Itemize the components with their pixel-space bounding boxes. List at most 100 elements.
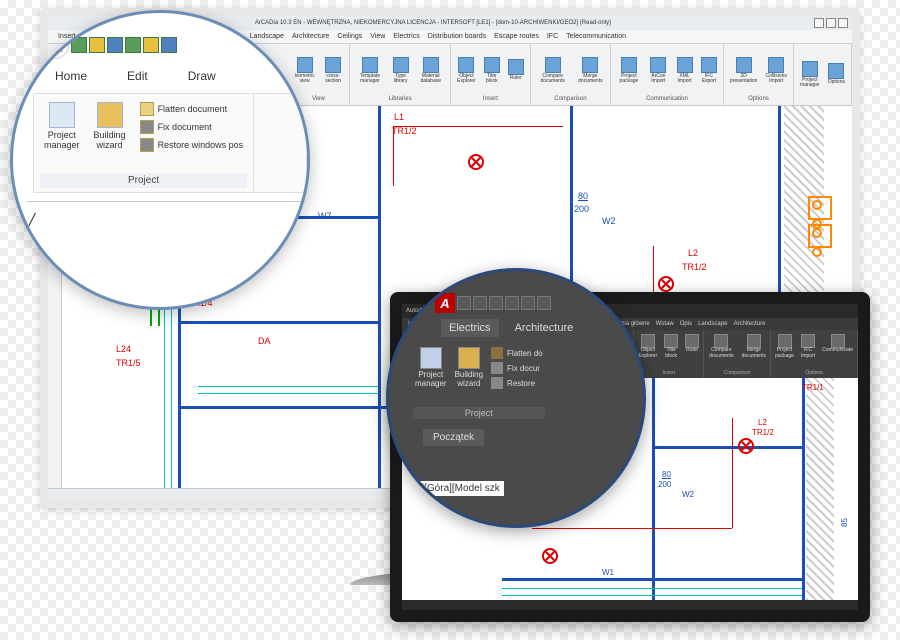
label-w2: W2 — [682, 490, 694, 499]
ribbon-detail: Project manager Building wizard Flatten … — [33, 93, 307, 193]
flatten-document-button[interactable]: Flatten do — [491, 347, 543, 359]
title-block-button[interactable]: Title block — [662, 332, 680, 370]
label-tr11: TR1/1 — [802, 383, 824, 392]
xml-import-button[interactable]: XML Import — [674, 55, 695, 87]
compare-documents-button[interactable]: Compare documents — [535, 55, 571, 87]
merge-documents-button[interactable]: Merge documents — [575, 55, 607, 87]
model-tabs[interactable]: [–][Góra][Model szk — [409, 481, 504, 496]
minimize-button[interactable] — [814, 18, 824, 28]
ribbon-group-project: Project manager Building wizard Flatten … — [409, 343, 549, 421]
tablet-ribbon-detail: Project manager Building wizard Flatten … — [409, 343, 643, 421]
tab-draw[interactable]: Draw — [180, 65, 224, 87]
building-wizard-button[interactable]: Building wizard — [90, 98, 130, 173]
project-package-button[interactable]: Project package — [773, 332, 796, 370]
object-explorer-button[interactable]: Object Explorer — [455, 55, 478, 87]
building-wizard-button[interactable]: Building wizard — [453, 345, 485, 407]
restore-windows-button[interactable]: Restore windows pos — [140, 138, 244, 152]
label-w7: W7 — [318, 211, 332, 221]
fix-document-button[interactable]: Fix document — [140, 120, 244, 134]
collisions-import-button[interactable]: Collisions Import — [763, 55, 789, 87]
qat-print-button[interactable] — [161, 37, 177, 53]
tool-palette: ╱ ○. — [27, 213, 39, 252]
menu-item[interactable]: Architecture — [733, 321, 765, 327]
ribbon-group-comparison: Compare documents Merge documents Compar… — [704, 330, 771, 378]
arcon-import-button[interactable]: ArCon Import — [647, 55, 670, 87]
qat-new-button[interactable] — [71, 37, 87, 53]
ribbon-group-libraries: Template manager Type library Material d… — [350, 44, 451, 105]
template-manager-button[interactable]: Template manager — [354, 55, 386, 87]
ribbon-group-comparison: Compare documents Merge documents Compar… — [531, 44, 611, 105]
label-fraction2: 200 — [658, 480, 671, 489]
ribbon-group-label: Project — [413, 407, 545, 419]
fix-document-button[interactable]: Fix docur — [491, 362, 543, 374]
qat-open-button[interactable] — [89, 37, 105, 53]
label-l2: L2 — [688, 248, 698, 258]
menu-item[interactable]: Opis — [680, 321, 692, 327]
ifc-import-button[interactable]: IFC Import — [799, 332, 817, 370]
maximize-button[interactable] — [826, 18, 836, 28]
qat-button[interactable] — [125, 37, 141, 53]
line-tool-icon[interactable]: ╱ — [27, 213, 39, 230]
cross-section-button[interactable]: cross-section — [321, 55, 345, 87]
close-button[interactable] — [838, 18, 848, 28]
qat-save-button[interactable] — [107, 37, 123, 53]
flatten-document-button[interactable]: Flatten document — [140, 102, 244, 116]
tab-architecture[interactable]: Architecture — [507, 319, 582, 337]
restore-windows-button[interactable]: Restore — [491, 377, 543, 389]
menu-item[interactable]: Wstaw — [656, 321, 674, 327]
menu-item[interactable]: Electrics — [393, 33, 419, 40]
ribbon-group-insert: Object Explorer Title block Ruler Insert — [451, 44, 531, 105]
ruler-button[interactable]: Ruler — [683, 332, 701, 370]
compare-documents-button[interactable]: Compare documents — [706, 332, 736, 370]
material-database-button[interactable]: Material database — [415, 55, 446, 87]
autocad-logo-icon[interactable]: A — [435, 293, 455, 313]
qat-button[interactable] — [537, 296, 551, 310]
communicate-button[interactable]: Communicate — [820, 332, 855, 370]
menu-item[interactable]: Escape routes — [494, 33, 539, 40]
3d-presentation-button[interactable]: 3D presentation — [728, 55, 760, 87]
options-button[interactable]: Options — [826, 61, 847, 88]
qat-button[interactable] — [473, 296, 487, 310]
ribbon-group-project: Project manager Building wizard Flatten … — [34, 94, 254, 192]
circle-tool-icon[interactable]: ○. — [27, 236, 39, 252]
light-fixture-icon — [738, 438, 754, 454]
menu-item[interactable]: Telecommunication — [566, 33, 626, 40]
label-w2: W2 — [602, 216, 616, 226]
menu-item[interactable]: Distribution boards — [428, 33, 486, 40]
qat-button[interactable] — [457, 296, 471, 310]
quick-access-toolbar — [41, 31, 177, 59]
light-fixture-icon — [658, 276, 674, 292]
qat-button[interactable] — [143, 37, 159, 53]
window-buttons — [814, 18, 848, 28]
equipment-icon — [808, 196, 832, 220]
ruler-button[interactable]: Ruler — [506, 57, 526, 84]
app-logo-icon[interactable] — [41, 31, 69, 59]
ribbon-group-options: Project package IFC Import Communicate O… — [771, 330, 858, 378]
menu-item[interactable]: View — [370, 33, 385, 40]
ifc-export-button[interactable]: IFC Export — [699, 55, 719, 87]
menu-item[interactable]: IFC — [547, 33, 558, 40]
tab-home[interactable]: Home — [47, 65, 95, 87]
project-package-button[interactable]: Project package — [615, 55, 643, 87]
project-manager-button[interactable]: Project manager — [413, 345, 449, 407]
menu-item[interactable]: Landscape — [698, 321, 727, 327]
merge-documents-button[interactable]: Merge documents — [740, 332, 768, 370]
project-manager-button[interactable]: Project manager — [798, 59, 822, 91]
label-w1: W1 — [602, 568, 614, 577]
tab-edit[interactable]: Edit — [119, 65, 156, 87]
ribbon-group-insert: Object Explorer Title block Ruler Insert — [634, 330, 704, 378]
type-library-button[interactable]: Type library — [390, 55, 411, 87]
panel-label[interactable]: Początek — [423, 429, 484, 446]
qat-button[interactable] — [505, 296, 519, 310]
project-manager-button[interactable]: Project manager — [40, 98, 84, 173]
label-l1: L1 — [394, 112, 404, 122]
tab-electrics[interactable]: Electrics — [441, 319, 499, 337]
title-block-button[interactable]: Title block — [482, 55, 502, 87]
label-da: DA — [258, 336, 271, 346]
menu-item[interactable]: Ceilings — [337, 33, 362, 40]
tablet-statusbar — [402, 600, 858, 610]
qat-button[interactable] — [521, 296, 535, 310]
label-l2: L2 — [758, 418, 767, 427]
qat-button[interactable] — [489, 296, 503, 310]
light-fixture-icon — [542, 548, 558, 564]
